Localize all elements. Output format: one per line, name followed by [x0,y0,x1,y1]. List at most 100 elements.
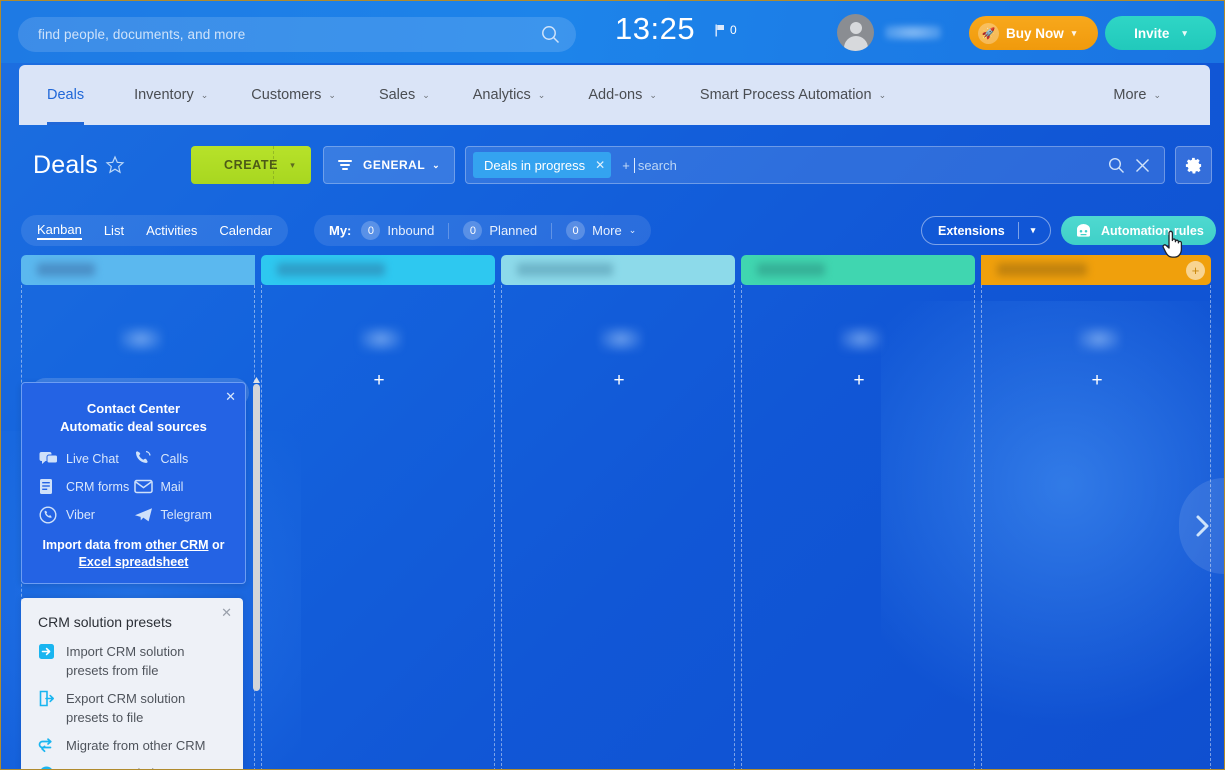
preset-export-to-file[interactable]: Export CRM solution presets to file [21,689,243,727]
kanban-column-header[interactable] [501,255,735,285]
buy-now-button[interactable]: 🚀 Buy Now ▾ [969,16,1098,50]
nav-item-inventory[interactable]: Inventory ⌄ [134,65,208,125]
global-search-input[interactable]: find people, documents, and more [18,17,576,52]
star-icon[interactable] [105,155,125,175]
nav-item-addons[interactable]: Add-ons ⌄ [588,65,657,125]
tab-label: Kanban [37,221,82,237]
counter-planned[interactable]: 0 Planned [463,221,537,240]
notification-counter[interactable]: 0 [715,23,737,37]
add-filter-icon[interactable]: + [622,158,630,173]
source-crm-forms[interactable]: CRM forms [39,478,134,495]
vertical-scrollbar[interactable] [253,384,260,691]
general-filter-button[interactable]: GENERAL ⌄ [323,146,455,184]
nav-item-more[interactable]: More ⌄ [1113,65,1161,125]
add-stage-button[interactable]: + [1186,261,1205,280]
phone-icon [134,450,154,467]
add-deal-button[interactable]: + [982,370,1212,392]
extensions-button[interactable]: Extensions ▾ [921,216,1051,245]
counter-more[interactable]: 0 More ⌄ [566,221,636,240]
cloud-download-icon [38,765,55,769]
preset-get-solution-preset[interactable]: Get CRM solution preset [21,764,243,769]
source-viber[interactable]: Viber [39,505,134,524]
counter-label: Inbound [387,223,435,238]
chevron-down-icon: ▾ [290,159,295,170]
buy-now-label: Buy Now [1006,25,1064,41]
nav-item-deals[interactable]: Deals [47,65,85,125]
nav-active-underline [47,122,85,125]
add-deal-button[interactable]: + [742,370,976,392]
close-icon[interactable]: ✕ [221,605,232,621]
tab-activities[interactable]: Activities [146,223,197,239]
divider [448,222,450,239]
source-label: Calls [160,451,189,466]
counter-inbound[interactable]: 0 Inbound [361,221,434,240]
extensions-label: Extensions [938,223,1005,238]
create-dropdown-button[interactable]: ▾ [273,146,311,184]
kanban-column-body[interactable]: + [741,285,976,769]
nav-item-smart-process-automation[interactable]: Smart Process Automation ⌄ [700,65,886,125]
scrollbar-up-arrow[interactable] [253,377,260,383]
filter-search-bar[interactable]: Deals in progress ✕ + search [465,146,1165,184]
chevron-down-icon: ⌄ [878,89,887,100]
kanban-column-2: + [261,255,496,769]
invite-button[interactable]: Invite ▾ [1105,16,1216,50]
chevron-down-icon[interactable]: ▾ [1072,28,1077,39]
search-icon[interactable] [541,25,560,44]
kanban-column-4: + [741,255,976,769]
filter-chip-deals-in-progress[interactable]: Deals in progress ✕ [473,152,612,178]
invite-label: Invite [1134,25,1170,41]
divider [551,222,553,239]
close-icon[interactable]: ✕ [595,158,605,172]
automation-rules-button[interactable]: Automation rules [1061,216,1216,245]
close-icon[interactable]: ✕ [225,389,236,405]
source-live-chat[interactable]: Live Chat [39,450,134,467]
tab-list[interactable]: List [104,223,124,239]
view-tabs: Kanban List Activities Calendar [21,215,289,246]
filter-search-input[interactable]: search [633,157,677,173]
import-other-crm-link[interactable]: other CRM [145,538,208,552]
my-counters: My: 0 Inbound 0 Planned 0 More ⌄ [314,215,652,246]
create-label: CREATE [223,158,279,172]
telegram-icon [134,506,154,523]
counter-badge: 0 [566,221,586,240]
kanban-column-header[interactable] [21,255,255,285]
import-excel-link[interactable]: Excel spreadsheet [79,555,189,569]
rocket-icon: 🚀 [978,22,999,44]
source-calls[interactable]: Calls [134,450,229,467]
tab-calendar[interactable]: Calendar [219,223,272,239]
nav-item-customers[interactable]: Customers ⌄ [251,65,336,125]
tab-kanban[interactable]: Kanban [37,222,82,240]
add-deal-button[interactable]: + [502,370,736,392]
preset-migrate-from-other-crm[interactable]: Migrate from other CRM [21,736,243,755]
mail-icon [133,478,154,495]
kanban-column-header[interactable] [261,255,495,285]
chevron-down-icon[interactable]: ▾ [1182,28,1187,39]
source-label: Mail [160,479,184,494]
source-telegram[interactable]: Telegram [134,506,229,523]
preset-import-from-file[interactable]: Import CRM solution presets from file [21,642,243,680]
chevron-down-icon[interactable]: ▾ [1031,225,1036,236]
search-icon[interactable] [1108,157,1125,174]
kanban-column-total-blurred [118,325,164,353]
kanban-column-title-blurred [997,263,1087,276]
source-mail[interactable]: Mail [133,478,229,495]
flag-icon [715,24,726,37]
close-icon[interactable] [1135,158,1150,173]
kanban-column-body[interactable]: + [261,285,496,769]
kanban-column-body[interactable]: + [501,285,736,769]
kanban-column-header[interactable] [741,255,975,285]
gear-icon [1184,156,1203,175]
tab-label: Calendar [219,222,273,238]
import-icon [38,643,55,660]
kanban-column-body[interactable]: + [981,285,1212,769]
nav-item-analytics[interactable]: Analytics ⌄ [473,65,546,125]
tab-label: Activities [146,222,198,238]
settings-button[interactable] [1175,146,1212,184]
avatar[interactable] [837,14,874,51]
source-label: Live Chat [66,451,119,466]
kanban-column-total-blurred [598,325,644,353]
nav-label: Inventory [134,87,194,103]
import-mid: or [208,538,225,552]
nav-item-sales[interactable]: Sales ⌄ [379,65,430,125]
add-deal-button[interactable]: + [262,370,496,392]
